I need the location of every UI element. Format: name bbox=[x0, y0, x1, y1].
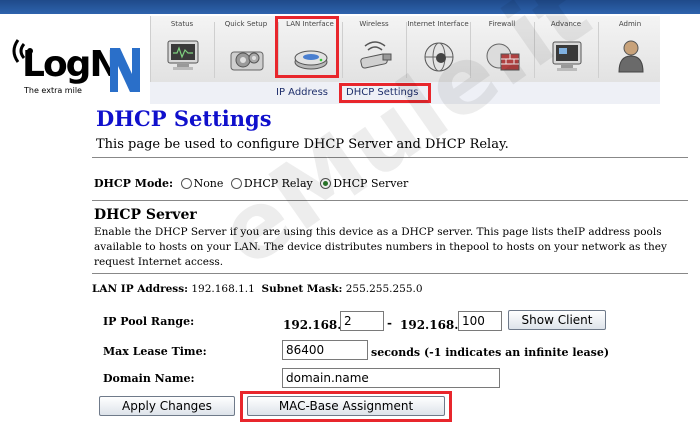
pool-end-input[interactable]: 100 bbox=[458, 311, 502, 331]
tab-internet-interface[interactable]: Internet Interface bbox=[407, 16, 469, 82]
tab-status[interactable]: Status bbox=[151, 16, 213, 82]
divider bbox=[92, 157, 688, 158]
tab-label: Quick Setup bbox=[224, 20, 268, 28]
radio-dhcp-relay-label: DHCP Relay bbox=[243, 177, 313, 190]
wireless-adapter-icon bbox=[360, 41, 392, 69]
show-client-button[interactable]: Show Client bbox=[508, 310, 606, 330]
tab-advance[interactable]: Advance bbox=[535, 16, 597, 82]
tab-quick-setup[interactable]: Quick Setup bbox=[215, 16, 277, 82]
radio-dhcp-server-label: DHCP Server bbox=[333, 177, 409, 190]
logo-text: LogN bbox=[22, 44, 120, 85]
radio-none-label: None bbox=[193, 177, 224, 190]
brand-logo: LogN The extra mile bbox=[6, 28, 144, 96]
radio-dhcp-relay[interactable] bbox=[230, 178, 242, 189]
lease-time-input[interactable]: 86400 bbox=[282, 340, 368, 360]
divider bbox=[92, 273, 688, 274]
max-lease-label: Max Lease Time: bbox=[103, 345, 207, 358]
ip-pool-label: IP Pool Range: bbox=[103, 315, 195, 328]
lan-ip-label: LAN IP Address: bbox=[92, 283, 188, 295]
dhcp-mode-label: DHCP Mode: bbox=[94, 177, 174, 190]
tab-label: Internet Interface bbox=[407, 20, 469, 28]
pool-dash: - bbox=[387, 316, 392, 330]
pool-start-input[interactable]: 2 bbox=[340, 311, 384, 331]
logo-tagline: The extra mile bbox=[24, 86, 82, 95]
radio-dhcp-server[interactable] bbox=[320, 178, 332, 189]
admin-user-icon bbox=[618, 40, 644, 73]
logo-n-mark-icon bbox=[110, 48, 140, 92]
lease-suffix: seconds (-1 indicates an infinite lease) bbox=[371, 346, 610, 359]
tab-firewall[interactable]: Firewall bbox=[471, 16, 533, 82]
tab-label: Status bbox=[170, 20, 194, 28]
tab-admin[interactable]: Admin bbox=[599, 16, 661, 82]
lan-ip-value: 192.168.1.1 bbox=[191, 283, 255, 295]
main-nav: Status Quick Setup LAN Interface Wireles… bbox=[150, 16, 660, 82]
dhcp-mode-row: DHCP Mode: None DHCP Relay DHCP Server bbox=[94, 177, 408, 190]
dhcp-settings-highlight bbox=[339, 83, 431, 103]
tab-label: Admin bbox=[618, 20, 642, 28]
globe-icon bbox=[424, 42, 454, 72]
lan-info: LAN IP Address: 192.168.1.1 Subnet Mask:… bbox=[92, 283, 423, 295]
advanced-icon bbox=[552, 41, 582, 71]
gears-icon bbox=[230, 51, 264, 71]
domain-name-input[interactable]: domain.name bbox=[282, 368, 500, 388]
tab-label: Advance bbox=[550, 20, 582, 28]
firewall-icon bbox=[486, 43, 520, 71]
lan-interface-highlight bbox=[275, 16, 339, 78]
subtab-ip-address[interactable]: IP Address bbox=[276, 87, 328, 98]
radio-none[interactable] bbox=[180, 178, 192, 189]
subnet-mask-value: 255.255.255.0 bbox=[345, 283, 423, 295]
top-banner bbox=[0, 0, 700, 14]
dhcp-server-description: Enable the DHCP Server if you are using … bbox=[94, 226, 667, 268]
mac-assignment-highlight bbox=[240, 391, 452, 422]
tab-wireless[interactable]: Wireless bbox=[343, 16, 405, 82]
monitor-icon bbox=[167, 40, 199, 70]
page-title: DHCP Settings bbox=[96, 106, 272, 131]
dhcp-server-title: DHCP Server bbox=[94, 207, 197, 223]
domain-name-label: Domain Name: bbox=[103, 372, 195, 385]
tab-label: Firewall bbox=[488, 20, 516, 28]
tab-label: Wireless bbox=[359, 20, 389, 28]
subnet-mask-label: Subnet Mask: bbox=[261, 283, 343, 295]
apply-changes-button[interactable]: Apply Changes bbox=[99, 396, 235, 416]
page-description: This page be used to configure DHCP Serv… bbox=[96, 137, 509, 152]
divider bbox=[92, 200, 688, 201]
